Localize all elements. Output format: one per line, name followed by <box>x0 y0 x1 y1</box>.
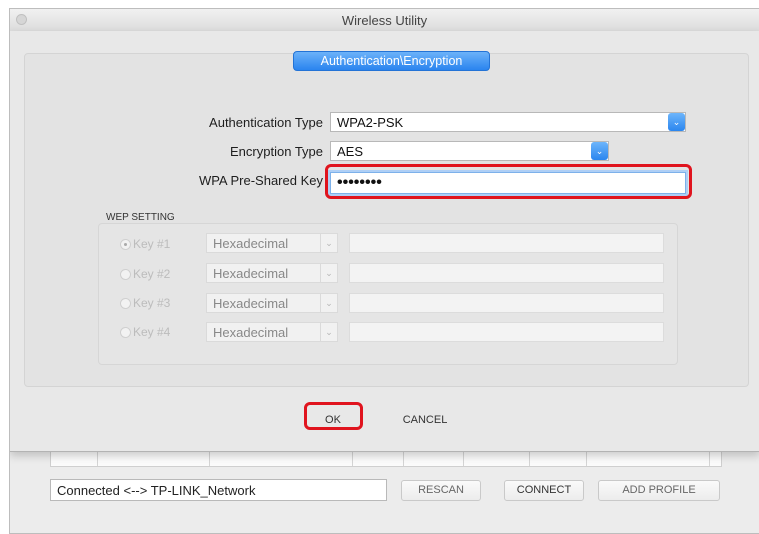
encryption-type-select[interactable]: AES ⌄ <box>330 141 609 161</box>
connect-button[interactable]: CONNECT <box>504 480 584 501</box>
key3-label: Key #3 <box>133 296 171 310</box>
rescan-button[interactable]: RESCAN <box>401 480 481 501</box>
key2-format-select[interactable]: Hexadecimal ⌄ <box>206 263 338 283</box>
tab-authentication-encryption[interactable]: Authentication\Encryption <box>293 51 490 71</box>
window-title: Wireless Utility <box>341 13 428 28</box>
chevron-down-icon: ⌄ <box>320 264 337 282</box>
key3-input[interactable] <box>349 293 664 313</box>
key1-label: Key #1 <box>133 237 171 251</box>
psk-highlight-box <box>325 164 692 199</box>
connection-status-field: Connected <--> TP-LINK_Network <box>50 479 387 501</box>
key1-input[interactable] <box>349 233 664 253</box>
key2-format-value: Hexadecimal <box>213 266 289 281</box>
chevron-down-icon: ⌄ <box>668 113 685 131</box>
key4-format-select[interactable]: Hexadecimal ⌄ <box>206 322 338 342</box>
encryption-type-value: AES <box>337 144 364 159</box>
key1-format-value: Hexadecimal <box>213 236 289 251</box>
title-bar: Wireless Utility <box>10 9 759 32</box>
key4-radio[interactable] <box>120 327 131 338</box>
key1-radio[interactable] <box>120 239 131 250</box>
key4-format-value: Hexadecimal <box>213 325 289 340</box>
authentication-sheet: Authentication\Encryption Authentication… <box>10 31 759 452</box>
wireless-utility-window: Wireless Utility Connected <--> TP-LINK_… <box>9 8 759 534</box>
key2-label: Key #2 <box>133 267 171 281</box>
add-profile-button[interactable]: ADD PROFILE <box>598 480 720 501</box>
key2-radio[interactable] <box>120 269 131 280</box>
chevron-down-icon: ⌄ <box>320 234 337 252</box>
chevron-down-icon: ⌄ <box>320 323 337 341</box>
encryption-type-label: Encryption Type <box>230 144 323 159</box>
wep-setting-title: WEP SETTING <box>106 212 175 223</box>
key4-input[interactable] <box>349 322 664 342</box>
chevron-down-icon: ⌄ <box>320 294 337 312</box>
chevron-down-icon: ⌄ <box>591 142 608 160</box>
cancel-button[interactable]: CANCEL <box>391 410 459 430</box>
key4-label: Key #4 <box>133 325 171 339</box>
key2-input[interactable] <box>349 263 664 283</box>
auth-type-label: Authentication Type <box>209 115 323 130</box>
psk-label: WPA Pre-Shared Key <box>198 173 323 188</box>
key3-format-value: Hexadecimal <box>213 296 289 311</box>
key3-format-select[interactable]: Hexadecimal ⌄ <box>206 293 338 313</box>
auth-type-select[interactable]: WPA2-PSK ⌄ <box>330 112 686 132</box>
key1-format-select[interactable]: Hexadecimal ⌄ <box>206 233 338 253</box>
ok-highlight-box <box>304 402 363 430</box>
auth-type-value: WPA2-PSK <box>337 115 404 130</box>
key3-radio[interactable] <box>120 298 131 309</box>
